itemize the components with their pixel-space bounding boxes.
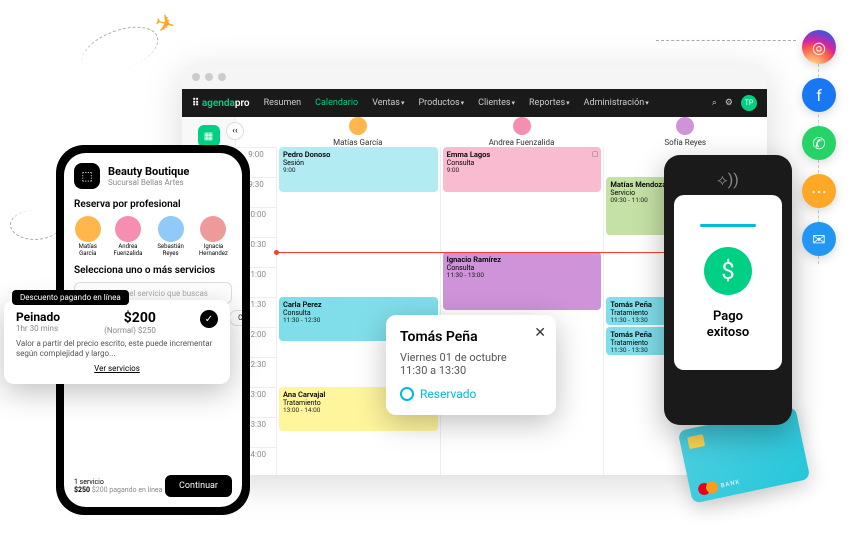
section-title: Selecciona uno o más servicios	[74, 265, 232, 276]
status-ring-icon	[400, 387, 414, 401]
filter-tab[interactable]: Con	[229, 310, 242, 326]
service-description: Valor a partir del precio escrito, este …	[16, 339, 218, 360]
instagram-icon[interactable]: ◎	[802, 30, 836, 64]
see-services-link[interactable]: Ver servicios	[94, 364, 140, 373]
chat-icon[interactable]: ⋯	[802, 174, 836, 208]
popover-name: Tomás Peña	[400, 329, 542, 345]
service-price: $200	[104, 310, 156, 326]
staff-column-header: Sofía Reyes	[603, 117, 767, 147]
staff-column-header: Andrea Fuenzalida	[440, 117, 604, 147]
nav-reportes[interactable]: Reportes▾	[529, 98, 570, 108]
payment-status: Pagoexitoso	[707, 309, 750, 340]
dashed-path	[10, 210, 60, 240]
section-title: Reserva por profesional	[74, 199, 232, 210]
appointment[interactable]: Ignacio RamírezConsulta11:30 - 13:00	[443, 252, 602, 310]
browser-chrome	[182, 65, 767, 89]
facebook-icon[interactable]: f	[802, 78, 836, 112]
current-time-dot	[274, 250, 279, 255]
continue-button[interactable]: Continuar	[165, 475, 232, 497]
business-logo: ⬚	[74, 163, 100, 189]
staff-header: Matías García Andrea Fuenzalida Sofía Re…	[236, 117, 767, 147]
popover-date: Viernes 01 de octubre	[400, 351, 542, 364]
staff-option[interactable]: Andrea Fuenzalida	[110, 216, 147, 257]
staff-option[interactable]: Sebastián Reyes	[154, 216, 187, 257]
calendar-view-button[interactable]: ▦	[198, 125, 220, 147]
appointment[interactable]: Emma LagosConsulta9:00▢	[443, 147, 602, 192]
nav-clientes[interactable]: Clientes▾	[478, 98, 515, 108]
appointment-popover: ✕ Tomás Peña Viernes 01 de octubre 11:30…	[386, 315, 556, 415]
social-icons: ◎ f ✆ ⋯ ✉	[802, 30, 836, 256]
search-icon[interactable]: ⌕	[712, 98, 717, 108]
close-icon[interactable]: ✕	[534, 325, 546, 341]
service-duration: 1hr 30 mins	[16, 324, 60, 333]
collapse-sidebar-button[interactable]: ‹‹	[226, 122, 244, 140]
gear-icon[interactable]: ⚙	[725, 98, 733, 108]
dashed-path	[76, 18, 165, 83]
pos-terminal: ⟡)) $ Pagoexitoso	[664, 155, 792, 425]
popover-time: 11:30 a 13:30	[400, 364, 542, 377]
nfc-icon: ⟡))	[674, 165, 782, 195]
nav-productos[interactable]: Productos▾	[418, 98, 464, 108]
service-count: 1 servicio	[74, 478, 162, 486]
logo: ⠿ agendapro	[192, 98, 250, 109]
email-icon[interactable]: ✉	[802, 222, 836, 256]
nav-ventas[interactable]: Ventas▾	[372, 98, 404, 108]
success-icon: $	[704, 247, 752, 295]
staff-option[interactable]: Matías García	[74, 216, 102, 257]
nav-resumen[interactable]: Resumen	[264, 98, 302, 108]
service-title: Peinado	[16, 310, 60, 324]
business-name: Beauty Boutique	[108, 165, 189, 178]
mastercard-icon	[697, 480, 719, 496]
branch-name: Sucursal Bellas Artes	[108, 178, 189, 187]
user-avatar[interactable]: TP	[741, 95, 757, 111]
selected-check-icon[interactable]: ✓	[200, 310, 218, 328]
normal-price: (Normal) $250	[104, 326, 156, 335]
staff-option[interactable]: Ignacia Hernandez	[195, 216, 232, 257]
nav-admin[interactable]: Administración▾	[584, 98, 649, 108]
nav-calendario[interactable]: Calendario	[315, 98, 358, 108]
appointment[interactable]: Pedro DonosoSesión9:00	[279, 147, 438, 192]
service-card[interactable]: Descuento pagando en línea Peinado 1hr 3…	[4, 300, 230, 384]
staff-column-header: Matías García	[276, 117, 440, 147]
top-nav: ⠿ agendapro Resumen Calendario Ventas▾ P…	[182, 89, 767, 117]
popover-status: Reservado	[400, 387, 542, 401]
whatsapp-icon[interactable]: ✆	[802, 126, 836, 160]
discount-badge: Descuento pagando en línea	[12, 290, 129, 305]
